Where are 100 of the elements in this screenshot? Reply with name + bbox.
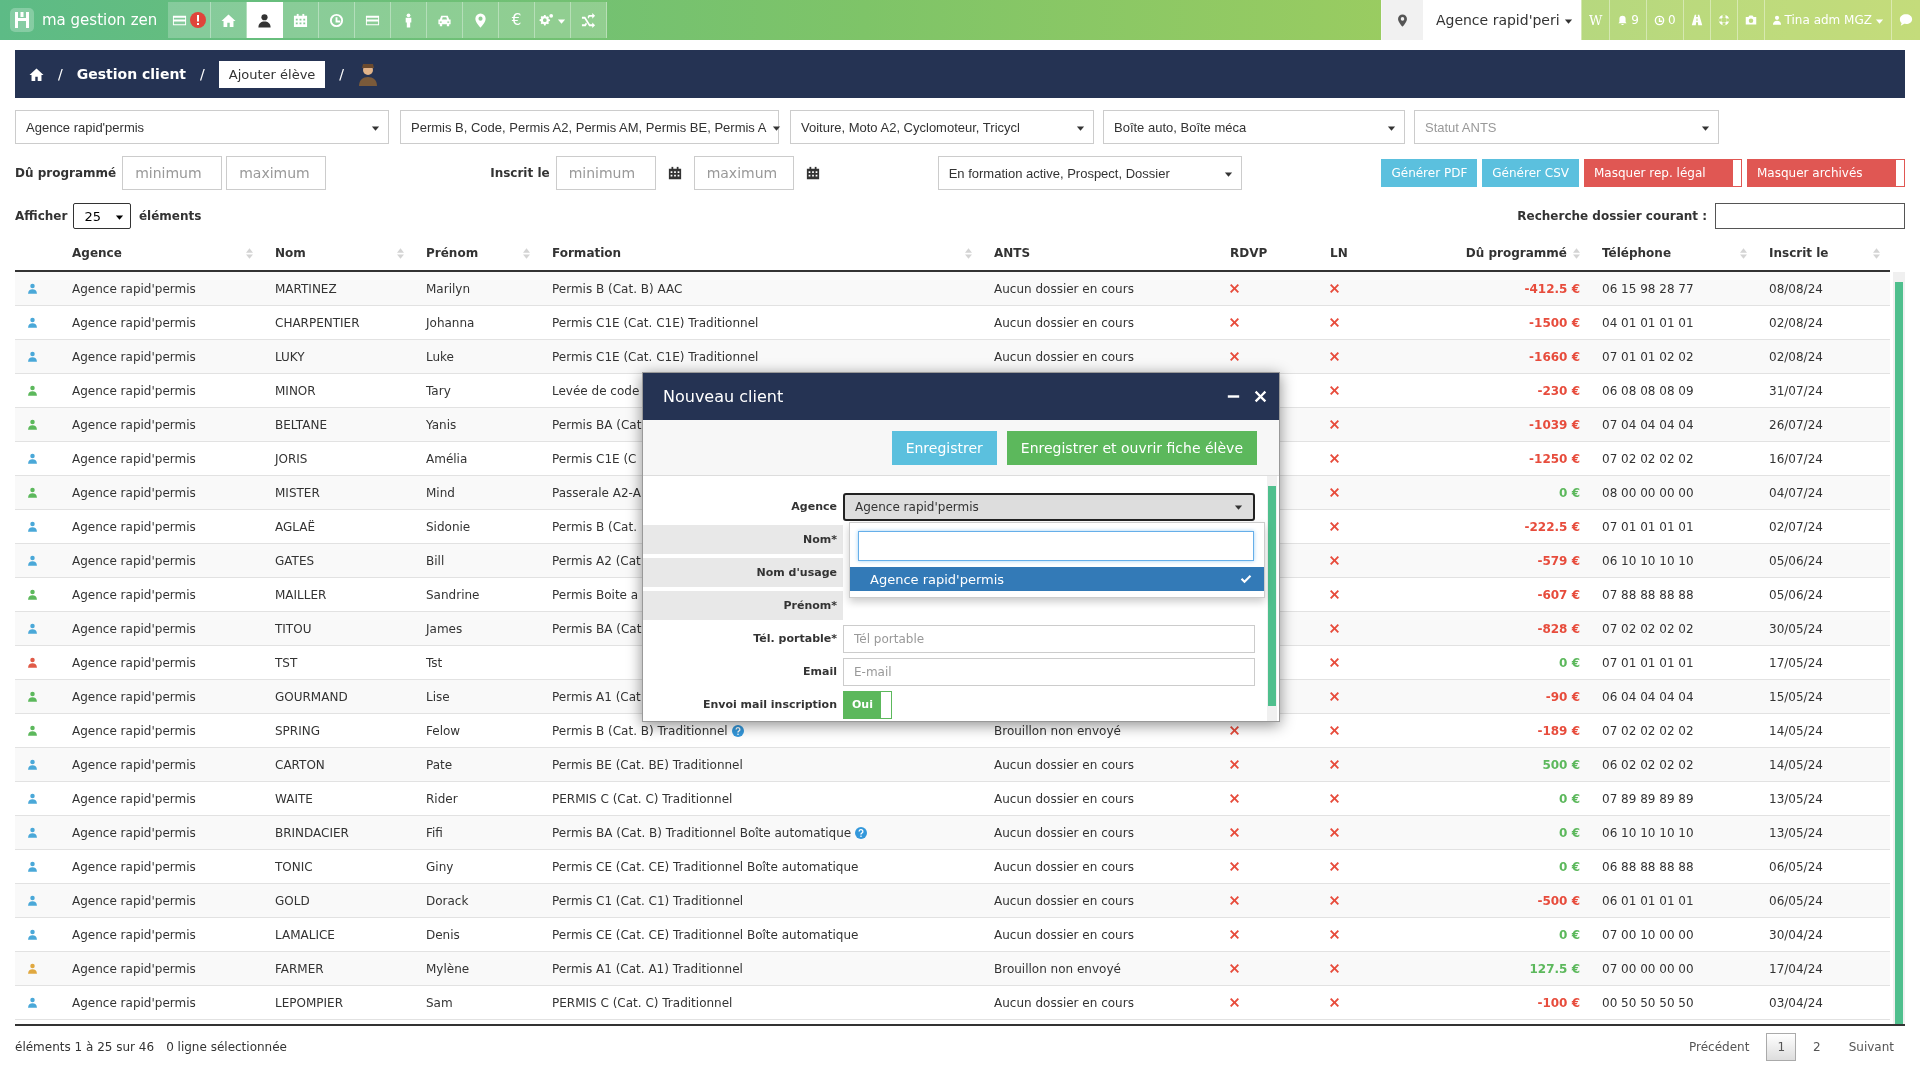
table-cell-text: 07 01 01 02 02: [1601, 349, 1695, 364]
length-label: Afficher: [15, 209, 68, 223]
table-cell-text: 26/07/24: [1768, 417, 1824, 432]
table-cell-text: 03/04/24: [1768, 995, 1824, 1010]
table-cell: Levée de code: [552, 383, 640, 398]
table-cell-text: James: [424, 621, 464, 636]
table-cell-text: Aucun dossier en cours: [993, 893, 1135, 908]
table-cell-text: Brouillon non envoyé: [993, 961, 1122, 976]
table-cell: Permis BE (Cat. BE) Traditionnel: [552, 757, 743, 772]
table-cell-text: Agence rapid'permis: [71, 417, 197, 432]
table-cell: Permis B (Cat. B) Traditionnel: [552, 723, 728, 738]
table-cell-text: Agence rapid'permis: [71, 723, 197, 738]
table-cell-text: 06 88 88 88 88: [1601, 859, 1695, 874]
table-cell-text: 07 01 01 01 01: [1601, 655, 1695, 670]
table-cell-text: 04 01 01 01 01: [1601, 315, 1695, 330]
table-cell-text: Aucun dossier en cours: [993, 315, 1135, 330]
table-cell-text: 0 €: [1558, 927, 1581, 942]
table-cell-text: TONIC: [274, 859, 314, 874]
table-cell-text: MARTINEZ: [274, 281, 338, 296]
table-cell-text: 0 €: [1558, 485, 1581, 500]
table-cell: Permis BA (Cat. B) Traditionnel Boîte automatique: [552, 825, 852, 840]
table-cell-text: Aucun dossier en cours: [993, 859, 1135, 874]
table-cell-text: 17/04/24: [1768, 961, 1824, 976]
table-cell-text: 500 €: [1541, 757, 1581, 772]
table-cell-text: 0 €: [1558, 655, 1581, 670]
table-cell-text: 08 00 00 00 00: [1601, 485, 1695, 500]
table-cell: Permis A2 (Cat: [552, 553, 641, 568]
table-cell-text: Pate: [425, 757, 454, 772]
table-cell-text: -222.5 €: [1523, 519, 1581, 534]
table-cell: Permis BA (Cat: [552, 621, 642, 636]
selection-info: 0 ligne sélectionnée: [166, 1040, 287, 1054]
table-cell-text: 06 02 02 02 02: [1601, 757, 1695, 772]
table-cell-text: Agence rapid'permis: [71, 655, 197, 670]
table-cell-text: 06 04 04 04 04: [1601, 689, 1695, 704]
table-cell-text: CHARPENTIER: [274, 315, 361, 330]
table-cell-text: -1250 €: [1528, 451, 1581, 466]
table-cell-text: Agence rapid'permis: [71, 825, 197, 840]
table-cell-text: 0 €: [1558, 791, 1581, 806]
table-cell-text: BELTANE: [274, 417, 328, 432]
dialog-title: Nouveau client: [663, 387, 784, 407]
table-cell-text: -500 €: [1536, 893, 1581, 908]
table-cell-text: -1500 €: [1528, 315, 1581, 330]
breadcrumb-separator: /: [339, 66, 345, 82]
table-cell-text: Johanna: [424, 315, 476, 330]
field-label: Inscrit le: [490, 166, 550, 180]
table-cell-text: 0 €: [1558, 825, 1581, 840]
table-cell-text: GATES: [274, 553, 316, 568]
table-cell-text: 06 15 98 28 77: [1601, 281, 1695, 296]
table-cell: Permis C1E (C: [552, 451, 637, 466]
table-cell-text: Aucun dossier en cours: [993, 281, 1135, 296]
table-cell-text: 07 89 89 89 89: [1601, 791, 1695, 806]
app-name: ma gestion zen: [42, 11, 158, 29]
table-cell-text: Agence rapid'permis: [71, 961, 197, 976]
table-cell-text: Mind: [425, 485, 456, 500]
table-cell-text: 16/07/24: [1768, 451, 1824, 466]
search-label: Recherche dossier courant :: [1517, 209, 1707, 223]
table-cell-text: LUKY: [274, 349, 306, 364]
table-cell-text: WAITE: [274, 791, 314, 806]
table-cell-text: 06/05/24: [1768, 893, 1824, 908]
table-cell-text: Marilyn: [425, 281, 471, 296]
table-cell-text: Aucun dossier en cours: [993, 825, 1135, 840]
table-cell-text: Agence rapid'permis: [71, 553, 197, 568]
breadcrumb-separator: /: [200, 66, 205, 82]
table-cell-text: Agence rapid'permis: [71, 281, 197, 296]
table-cell-text: 00 50 50 50 50: [1601, 995, 1695, 1010]
table-info: éléments 1 à 25 sur 46: [15, 1040, 155, 1054]
table-cell-text: 06 10 10 10 10: [1601, 553, 1695, 568]
table-cell-text: Felow: [425, 723, 462, 738]
table-cell-text: Mylène: [425, 961, 471, 976]
table-cell-text: 06 01 01 01 01: [1601, 893, 1695, 908]
table-cell-text: FARMER: [274, 961, 325, 976]
table-cell-text: 13/05/24: [1768, 791, 1824, 806]
table-cell-text: 17/05/24: [1768, 655, 1824, 670]
table-cell-text: Dorack: [425, 893, 470, 908]
table-cell-text: -412.5 €: [1523, 281, 1581, 296]
table-cell-text: LAMALICE: [274, 927, 336, 942]
table-cell-text: BRINDACIER: [274, 825, 350, 840]
breadcrumb-title: Gestion client: [76, 66, 187, 82]
table-cell-text: Agence rapid'permis: [71, 995, 197, 1010]
table-cell-text: -1039 €: [1528, 417, 1581, 432]
table-cell-text: 07 00 10 00 00: [1601, 927, 1695, 942]
table-cell-text: Aucun dossier en cours: [993, 791, 1135, 806]
table-cell-text: 14/05/24: [1768, 757, 1824, 772]
table-cell-text: 07 88 88 88 88: [1601, 587, 1695, 602]
table-cell: Permis B (Cat. B) AAC: [552, 281, 683, 296]
table-cell-text: Denis: [425, 927, 461, 942]
table-cell: Permis C1E (Cat. C1E) Traditionnel: [552, 349, 759, 364]
table-cell-text: Bill: [425, 553, 446, 568]
table-cell: Permis A1 (Cat: [552, 689, 641, 704]
table-cell-text: 07 01 01 01 01: [1601, 519, 1695, 534]
table-cell-text: LEPOMPIER: [274, 995, 344, 1010]
table-cell-text: Brouillon non envoyé: [993, 723, 1122, 738]
table-cell-text: Yanis: [425, 417, 458, 432]
table-cell-text: Sandrine: [425, 587, 481, 602]
table-cell-text: -90 €: [1544, 689, 1581, 704]
table-cell-text: 06 08 08 08 09: [1601, 383, 1695, 398]
table-cell-text: 05/06/24: [1768, 587, 1824, 602]
table-cell-text: 05/06/24: [1768, 553, 1824, 568]
field-label: Prénom*: [643, 591, 843, 620]
table-cell-text: GOURMAND: [274, 689, 349, 704]
